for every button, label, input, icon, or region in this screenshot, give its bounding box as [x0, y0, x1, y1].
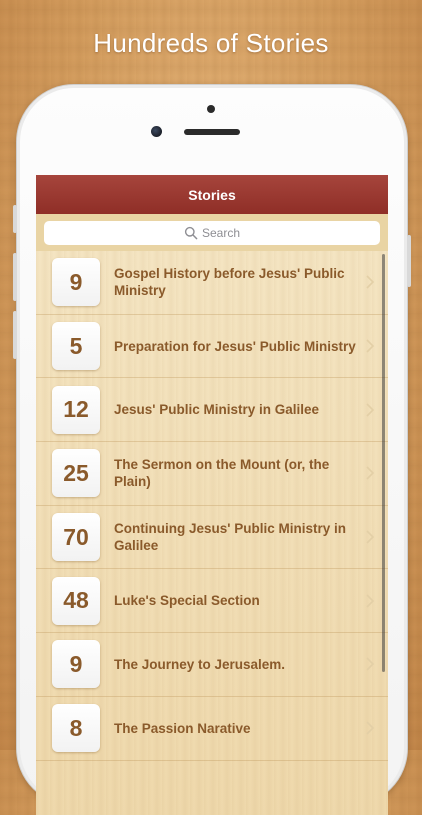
content-area: Search 9 Gospel History before Jesus' Pu…	[36, 214, 388, 815]
story-count-badge: 5	[52, 322, 100, 371]
list-item[interactable]: 9 Gospel History before Jesus' Public Mi…	[36, 251, 388, 315]
chevron-right-icon	[366, 657, 375, 672]
search-bar: Search	[36, 214, 388, 251]
chevron-right-icon	[366, 594, 375, 608]
list-item[interactable]: 9 The Journey to Jerusalem.	[36, 633, 388, 697]
mute-switch	[13, 205, 17, 233]
chevron-right-icon	[366, 466, 375, 480]
proximity-sensor	[207, 105, 215, 113]
chevron-right-icon	[366, 721, 375, 735]
magnifier-icon	[184, 226, 198, 239]
list-item[interactable]: 48 Luke's Special Section	[36, 569, 388, 634]
story-count-badge: 25	[52, 449, 100, 498]
front-camera	[151, 126, 162, 137]
chevron-right-icon	[366, 403, 375, 417]
story-title: Jesus' Public Ministry in Galilee	[114, 402, 320, 418]
screen: Stories Search 9 Gospel History before J…	[36, 175, 388, 815]
chevron-right-icon	[366, 530, 375, 544]
headline: Hundreds of Stories	[93, 28, 329, 58]
story-title: Luke's Special Section	[114, 593, 260, 609]
volume-down-button	[13, 311, 17, 359]
earpiece-speaker	[184, 129, 240, 135]
list-item[interactable]: 5 Preparation for Jesus' Public Ministry	[36, 315, 388, 379]
volume-up-button	[13, 253, 17, 301]
story-title: The Passion Narative	[114, 720, 251, 736]
story-title: Gospel History before Jesus' Public Mini…	[114, 266, 345, 299]
navigation-bar: Stories	[36, 175, 388, 214]
list-item[interactable]: 70 Continuing Jesus' Public Ministry in …	[36, 506, 388, 570]
search-input[interactable]: Search	[44, 220, 380, 245]
story-title: The Sermon on the Mount (or, the Plain)	[114, 457, 330, 490]
story-count-badge: 12	[52, 385, 100, 434]
power-button	[407, 235, 411, 287]
scrollbar[interactable]	[382, 254, 385, 672]
phone-frame: Stories Search 9 Gospel History before J…	[13, 84, 411, 815]
story-count-badge: 48	[52, 576, 100, 625]
stories-list: 9 Gospel History before Jesus' Public Mi…	[36, 251, 388, 761]
story-title: Continuing Jesus' Public Ministry in Gal…	[114, 521, 346, 554]
story-count-badge: 70	[52, 513, 100, 562]
chevron-right-icon	[366, 275, 375, 289]
page-title: Stories	[188, 186, 236, 203]
chevron-right-icon	[366, 339, 375, 353]
story-count-badge: 9	[52, 258, 100, 307]
search-placeholder: Search	[201, 225, 241, 240]
story-title: The Journey to Jerusalem.	[114, 656, 286, 672]
story-count-badge: 9	[52, 640, 100, 689]
list-item[interactable]: 12 Jesus' Public Ministry in Galilee	[36, 378, 388, 443]
list-item[interactable]: 25 The Sermon on the Mount (or, the Plai…	[36, 442, 388, 506]
story-count-badge: 8	[52, 704, 100, 753]
story-title: Preparation for Jesus' Public Ministry	[114, 338, 356, 354]
list-item[interactable]: 8 The Passion Narative	[36, 697, 388, 761]
